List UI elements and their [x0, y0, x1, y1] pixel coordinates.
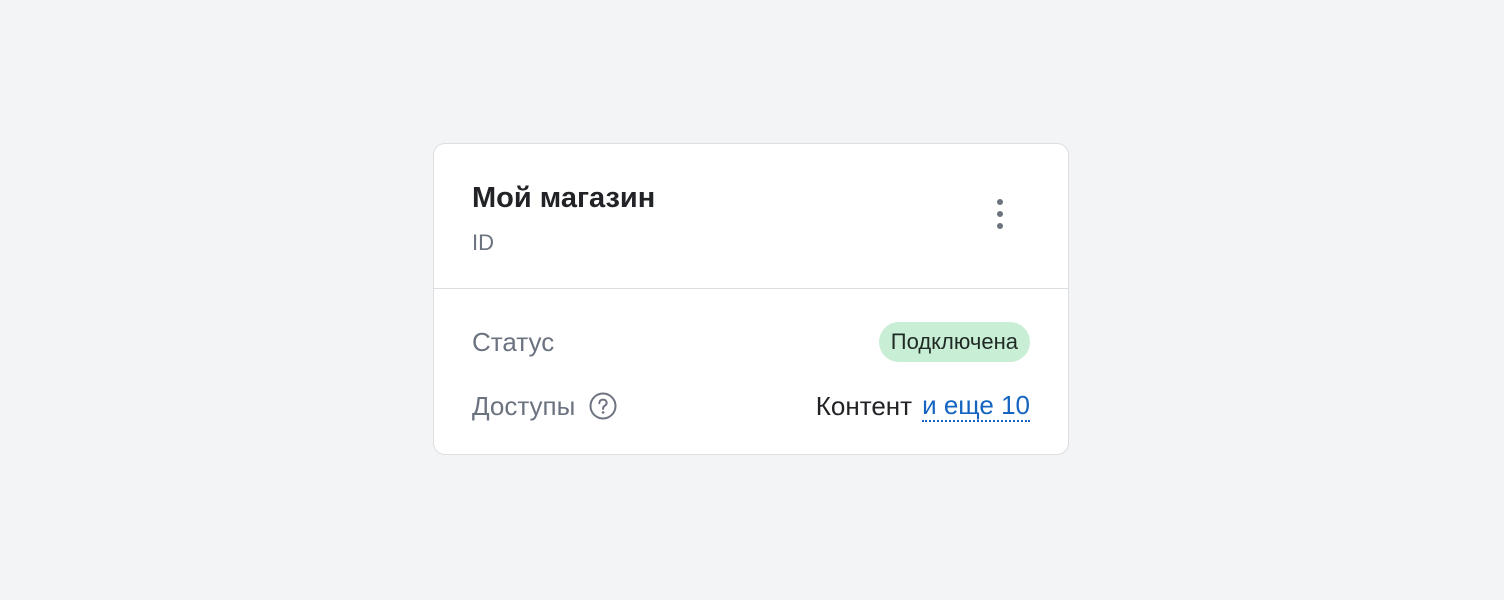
question-circle-icon[interactable]: [589, 392, 617, 420]
access-row: Доступы Контент и еще 10: [472, 386, 1030, 426]
access-label: Доступы: [472, 390, 576, 421]
store-id: ID: [472, 230, 494, 255]
status-badge: Подключена: [878, 322, 1030, 362]
access-value-text: Контент: [815, 390, 913, 421]
store-title: Мой магазин: [472, 182, 656, 214]
more-options-button[interactable]: [982, 192, 1018, 236]
access-label-group: Доступы: [472, 391, 617, 422]
access-value: Контент и еще 10: [816, 390, 1030, 422]
kebab-dot-icon: [997, 211, 1003, 217]
kebab-dot-icon: [997, 199, 1003, 205]
status-label: Статус: [472, 326, 555, 357]
more-access-link[interactable]: и еще 10: [922, 390, 1030, 422]
status-row: Статус Подключена: [472, 322, 1030, 362]
card-header: Мой магазин ID: [434, 144, 1068, 289]
store-card: Мой магазин ID Статус Подключена Доступы…: [433, 143, 1069, 455]
kebab-dot-icon: [997, 223, 1003, 229]
